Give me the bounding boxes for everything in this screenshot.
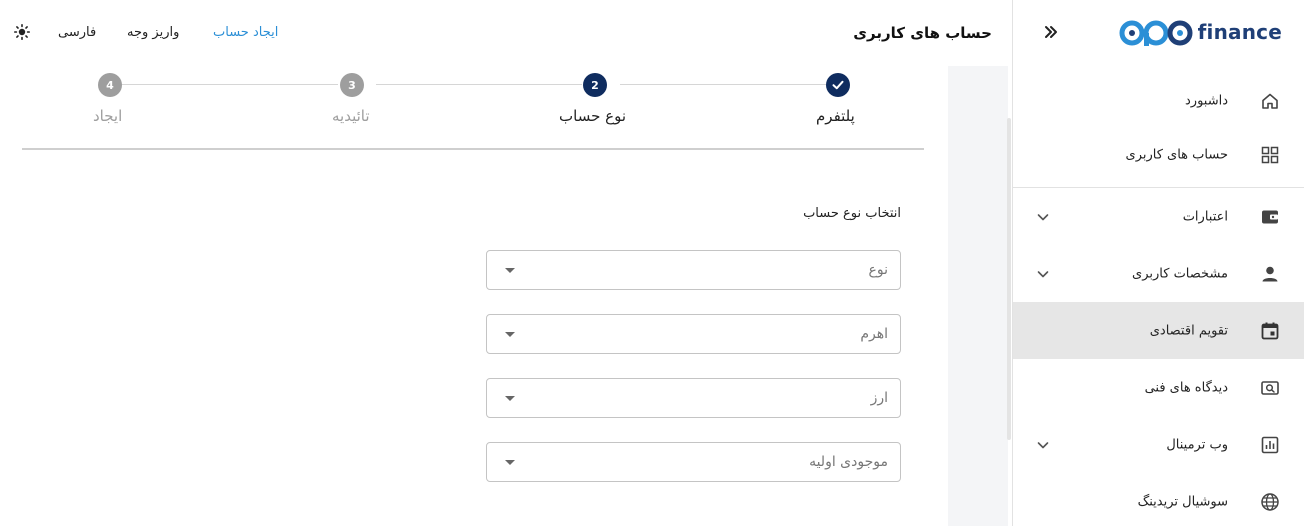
form-title: انتخاب نوع حساب [803,206,901,221]
sidebar: finance داشبورد حساب های کاربری اعتبارات… [1007,0,1304,526]
sidebar-item-label: مشخصات کاربری [1132,266,1228,281]
sidebar-item-label: وب ترمینال [1166,437,1228,452]
chevron-down-icon [1033,264,1053,284]
bar-chart-icon [1258,433,1282,457]
grid-icon [1258,143,1282,167]
initial-balance-select[interactable]: موجودی اولیه [486,442,901,482]
initial-balance-select-placeholder: موجودی اولیه [809,454,888,470]
currency-select[interactable]: ارز [486,378,901,418]
stepper-connector [376,84,582,85]
sidebar-item-label: اعتبارات [1182,209,1228,224]
logo[interactable]: finance [1118,14,1282,50]
check-icon [826,73,850,97]
user-icon [1258,262,1282,286]
sidebar-item-web-terminal[interactable]: وب ترمینال [1013,416,1304,473]
sidebar-menu: داشبورد حساب های کاربری اعتبارات مشخصات … [1013,74,1304,526]
calendar-icon [1258,319,1282,343]
caret-down-icon [505,268,515,273]
chevron-down-icon [1033,435,1053,455]
sidebar-item-label: دیدگاه های فنی [1144,380,1228,395]
chevron-down-icon [1033,207,1053,227]
step-label: ایجاد [93,107,123,125]
type-select[interactable]: نوع [486,250,901,290]
language-link[interactable]: فارسی [58,25,96,40]
sidebar-item-technical-views[interactable]: دیدگاه های فنی [1013,359,1304,416]
sidebar-item-label: تقویم اقتصادی [1149,323,1228,338]
stepper-divider [22,148,924,150]
step-number: 4 [98,73,122,97]
step-label: نوع حساب [559,107,626,125]
page-title: حساب های کاربری [853,24,992,42]
sidebar-item-profile[interactable]: مشخصات کاربری [1013,245,1304,302]
magnifier-card-icon [1258,376,1282,400]
double-chevron-right-icon[interactable] [1039,20,1063,44]
leverage-select[interactable]: اهرم [486,314,901,354]
logo-text: finance [1197,20,1282,44]
caret-down-icon [505,396,515,401]
stepper: 4 ایجاد 3 تائیدیه 2 نوع حساب پلتفرم [22,70,924,150]
sidebar-scrollbar[interactable] [1007,118,1011,440]
sidebar-header: finance [1013,0,1304,66]
step-number: 3 [340,73,364,97]
sidebar-item-economic-calendar[interactable]: تقویم اقتصادی [1013,302,1304,359]
logo-mark-icon [1118,17,1196,47]
sidebar-item-accounts[interactable]: حساب های کاربری [1013,128,1304,182]
sidebar-item-label: داشبورد [1185,93,1228,109]
type-select-placeholder: نوع [868,262,888,278]
top-bar: حساب های کاربری فارسی واریز وجه ایجاد حس… [0,0,1008,66]
content-gutter [948,66,1008,526]
sidebar-item-credits[interactable]: اعتبارات [1013,188,1304,245]
step-number: 2 [583,73,607,97]
caret-down-icon [505,332,515,337]
sidebar-item-social-trading[interactable]: سوشیال تریدینگ [1013,473,1304,526]
globe-icon [1258,490,1282,514]
wallet-icon [1258,205,1282,229]
deposit-link[interactable]: واریز وجه [127,25,179,40]
caret-down-icon [505,460,515,465]
currency-select-placeholder: ارز [870,390,888,406]
sidebar-item-dashboard[interactable]: داشبورد [1013,74,1304,128]
home-icon [1258,89,1282,113]
sun-icon[interactable] [14,24,30,40]
stepper-connector [620,84,826,85]
step-label: تائیدیه [332,107,370,125]
create-account-link[interactable]: ایجاد حساب [213,25,278,40]
leverage-select-placeholder: اهرم [860,326,888,342]
step-label: پلتفرم [816,107,855,125]
sidebar-item-label: سوشیال تریدینگ [1137,494,1228,509]
stepper-connector [120,84,338,85]
sidebar-item-label: حساب های کاربری [1125,147,1228,163]
